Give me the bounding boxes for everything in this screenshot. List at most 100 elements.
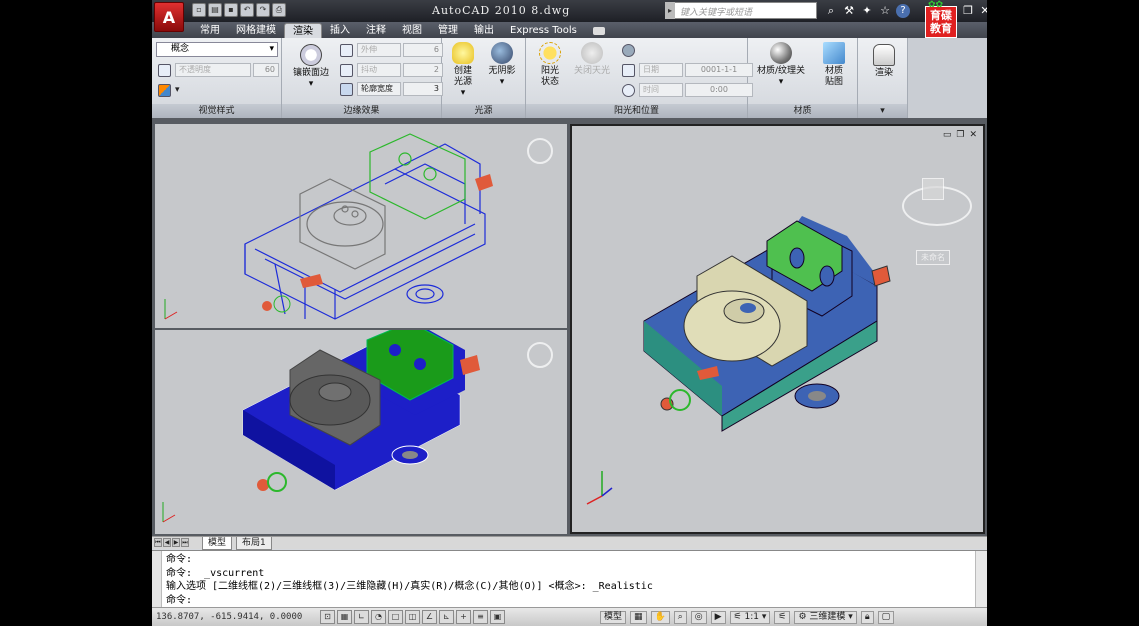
- tab-model[interactable]: 模型: [202, 537, 233, 550]
- material-mapping-button[interactable]: 材质 贴图: [814, 42, 854, 88]
- opacity-value[interactable]: 60: [253, 63, 279, 77]
- silhouette-icon[interactable]: [340, 82, 353, 96]
- viewcube-label[interactable]: 未命名: [916, 250, 950, 265]
- first-layout-icon[interactable]: ⏮: [154, 538, 162, 547]
- viewport-right[interactable]: ▭ ❐ ✕ 未命名: [570, 124, 985, 534]
- viewport-top-left[interactable]: [155, 124, 567, 328]
- pan-icon[interactable]: ✋: [650, 611, 670, 624]
- time-value[interactable]: 0:00: [685, 83, 753, 97]
- facet-edges-button[interactable]: 镶嵌面边 ▾: [286, 44, 336, 90]
- tab-view[interactable]: 视图: [394, 23, 430, 38]
- search-expand-icon[interactable]: ▸: [665, 2, 675, 19]
- print-icon[interactable]: ⎙: [272, 3, 286, 17]
- panel-title[interactable]: 视觉样式: [152, 104, 281, 118]
- command-scrollbar[interactable]: [975, 551, 987, 608]
- xray-icon[interactable]: [158, 63, 171, 77]
- jitter-icon[interactable]: [340, 63, 353, 77]
- viewcube-icon[interactable]: [527, 138, 553, 164]
- next-layout-icon[interactable]: ▶: [172, 538, 180, 547]
- panel-title[interactable]: ▾: [858, 104, 907, 118]
- layout-grid-icon[interactable]: ▦: [630, 611, 647, 624]
- dyn-icon[interactable]: +: [456, 610, 471, 624]
- tab-output[interactable]: 输出: [466, 23, 502, 38]
- binoculars-icon[interactable]: ⌕: [824, 4, 838, 18]
- annotation-scale-icon[interactable]: ⚟ 1:1 ▾: [729, 611, 771, 624]
- face-style-icon[interactable]: [158, 83, 171, 97]
- tab-render[interactable]: 渲染: [284, 23, 322, 38]
- grid-icon[interactable]: ▦: [337, 610, 352, 624]
- last-layout-icon[interactable]: ⏭: [181, 538, 189, 547]
- model-space-button[interactable]: 模型: [600, 611, 627, 624]
- tab-annotate[interactable]: 注释: [358, 23, 394, 38]
- tab-express-tools[interactable]: Express Tools: [502, 23, 585, 38]
- chevron-down-icon[interactable]: ▾: [175, 85, 180, 95]
- zoom-icon[interactable]: ⌕: [673, 611, 687, 624]
- quick-access-toolbar: ▫ ▤ ▪ ↶ ↷ ⎙: [192, 3, 286, 17]
- snap-icon[interactable]: ⊡: [320, 610, 335, 624]
- polar-icon[interactable]: ◔: [371, 610, 386, 624]
- showmotion-icon[interactable]: ▶: [710, 611, 726, 624]
- quickprops-icon[interactable]: ▣: [490, 610, 505, 624]
- panel-title[interactable]: 光源: [442, 104, 525, 118]
- sky-off-button[interactable]: 关闭天光: [570, 42, 614, 77]
- sun-status-button[interactable]: 阳光 状态: [532, 42, 568, 88]
- minimize-icon[interactable]: ▭: [943, 130, 952, 140]
- restore-icon[interactable]: ❐: [956, 130, 964, 140]
- globe-icon[interactable]: [622, 43, 635, 57]
- communication-icon[interactable]: ✦: [860, 4, 874, 18]
- steeringwheel-icon[interactable]: ◎: [690, 611, 707, 624]
- redo-icon[interactable]: ↷: [256, 3, 270, 17]
- drawing-area[interactable]: ▭ ❐ ✕ 未命名: [152, 118, 987, 536]
- overhang-value[interactable]: 6: [403, 43, 443, 57]
- workspace-switch[interactable]: ⚙ 三维建模 ▾: [794, 611, 857, 624]
- panel-title[interactable]: 边缘效果: [282, 104, 441, 118]
- annotation-visibility-icon[interactable]: ⚟: [774, 611, 791, 624]
- create-light-button[interactable]: 创建 光源 ▾: [446, 42, 480, 99]
- undo-icon[interactable]: ↶: [240, 3, 254, 17]
- viewcube-icon[interactable]: [527, 342, 553, 368]
- panel-title[interactable]: 阳光和位置: [526, 104, 747, 118]
- lock-icon[interactable]: 🔒︎: [860, 611, 874, 624]
- new-file-icon[interactable]: ▫: [192, 3, 206, 17]
- save-icon[interactable]: ▪: [224, 3, 238, 17]
- close-icon[interactable]: ✕: [969, 130, 977, 140]
- tab-insert[interactable]: 插入: [322, 23, 358, 38]
- otrack-icon[interactable]: ∠: [422, 610, 437, 624]
- clean-screen-icon[interactable]: ▢: [877, 611, 895, 624]
- silhouette-width-value[interactable]: 3: [403, 82, 443, 96]
- application-menu-button[interactable]: A: [154, 2, 184, 32]
- no-shadows-button[interactable]: 无阴影 ▾: [482, 42, 522, 88]
- tab-mesh-modeling[interactable]: 网格建模: [228, 23, 284, 38]
- close-icon[interactable]: ✕: [978, 4, 987, 18]
- osnap-icon[interactable]: □: [388, 610, 403, 624]
- materials-textures-button[interactable]: 材质/纹理关 ▾: [752, 42, 810, 88]
- command-line[interactable]: 命令: 命令: _vscurrent 输入选项 [二维线框(2)/三维线框(3)…: [152, 550, 987, 608]
- tab-home[interactable]: 常用: [192, 23, 228, 38]
- render-button[interactable]: 渲染: [864, 44, 904, 79]
- ducs-icon[interactable]: ⊾: [439, 610, 454, 624]
- jitter-value[interactable]: 2: [403, 63, 443, 77]
- command-line-grip[interactable]: [152, 551, 162, 608]
- coordinate-readout[interactable]: 136.8707, -615.9414, 0.0000: [156, 612, 302, 622]
- command-prompt[interactable]: 命令:: [166, 594, 653, 608]
- search-input[interactable]: 键入关键字或短语: [665, 2, 817, 19]
- viewcube-icon[interactable]: [922, 178, 944, 200]
- date-value[interactable]: 0001-1-1: [685, 63, 753, 77]
- subscription-icon[interactable]: ⚒: [842, 4, 856, 18]
- tab-manage[interactable]: 管理: [430, 23, 466, 38]
- visual-style-dropdown[interactable]: 概念 ▾: [156, 42, 278, 57]
- lineweight-icon[interactable]: ≡: [473, 610, 488, 624]
- 3dosnap-icon[interactable]: ◫: [405, 610, 420, 624]
- panel-title[interactable]: 材质: [748, 104, 857, 118]
- help-icon[interactable]: ?: [896, 4, 910, 18]
- overhang-icon[interactable]: [340, 43, 353, 57]
- restore-icon[interactable]: ❐: [961, 4, 975, 18]
- ortho-icon[interactable]: ∟: [354, 610, 369, 624]
- open-file-icon[interactable]: ▤: [208, 3, 222, 17]
- tab-layout1[interactable]: 布局1: [236, 537, 272, 550]
- ribbon-minimize-toggle[interactable]: [592, 27, 605, 35]
- prev-layout-icon[interactable]: ◀: [163, 538, 171, 547]
- infocenter-icons: ⌕ ⚒ ✦ ☆ ?: [824, 4, 910, 18]
- favorites-icon[interactable]: ☆: [878, 4, 892, 18]
- viewport-bottom-left[interactable]: [155, 330, 567, 534]
